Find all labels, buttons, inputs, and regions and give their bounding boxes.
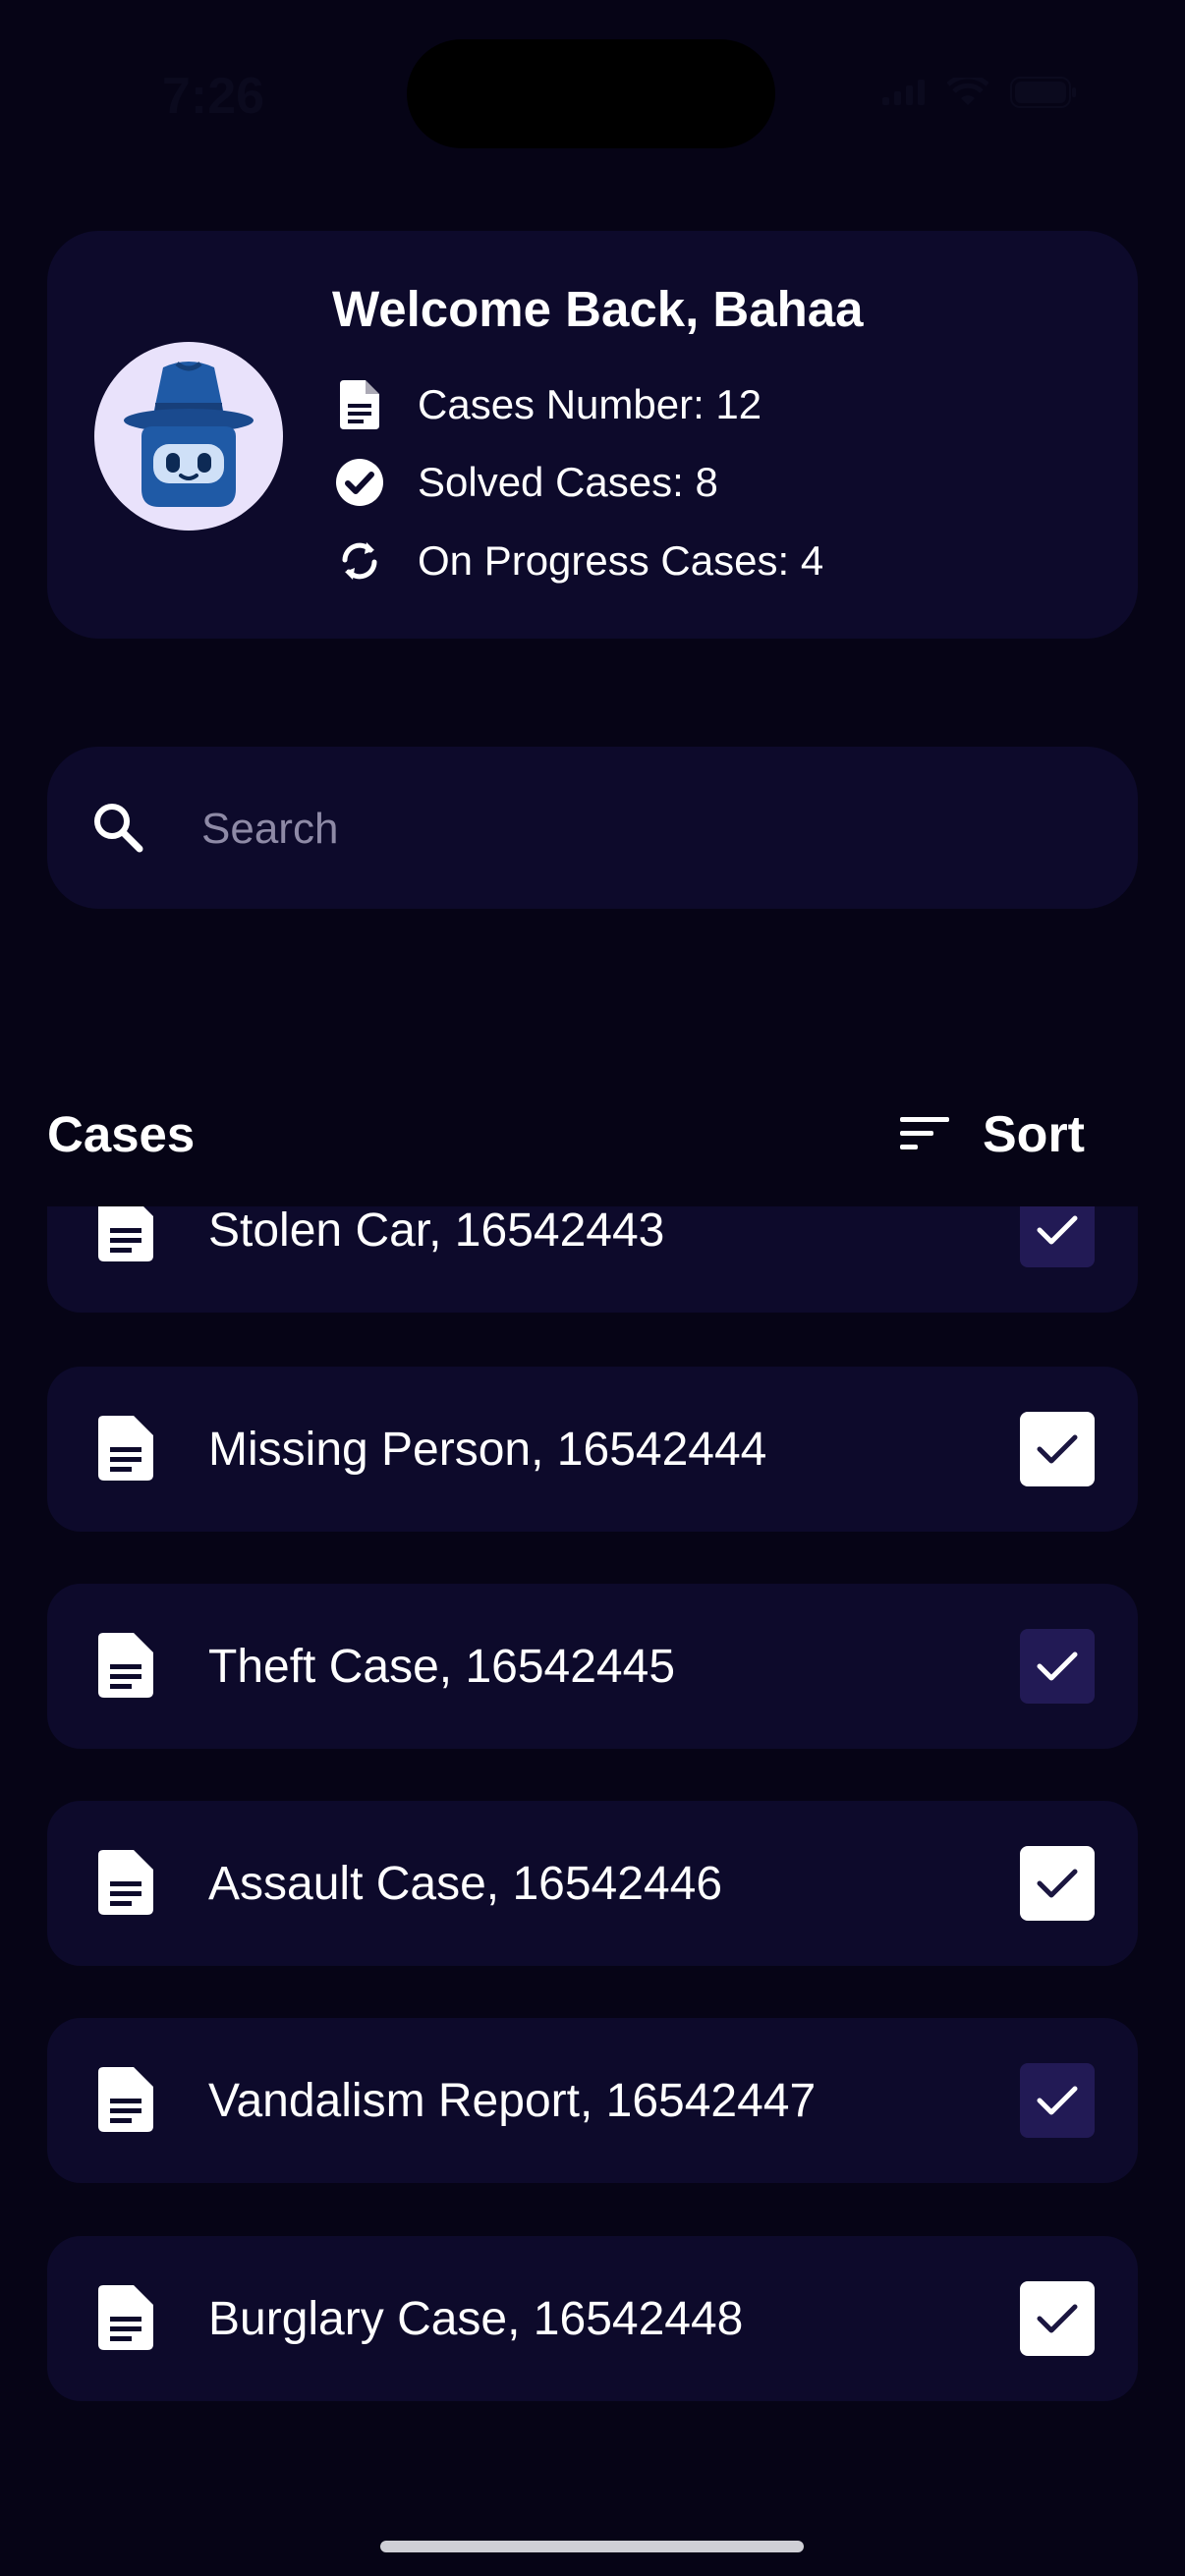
case-row[interactable]: Missing Person, 16542444 — [47, 1367, 1138, 1532]
document-icon — [98, 1416, 153, 1485]
signal-icon — [882, 80, 926, 105]
case-row[interactable]: Vandalism Report, 16542447 — [47, 2018, 1138, 2183]
document-icon — [98, 2285, 153, 2355]
case-label: Vandalism Report, 16542447 — [208, 2075, 817, 2127]
status-time: 7:26 — [162, 68, 265, 125]
cases-section-title: Cases — [47, 1106, 196, 1162]
refresh-icon — [335, 536, 384, 586]
case-label: Theft Case, 16542445 — [208, 1641, 676, 1693]
case-row[interactable]: Assault Case, 16542446 — [47, 1801, 1138, 1966]
case-label: Missing Person, 16542444 — [208, 1424, 767, 1476]
document-icon — [98, 1206, 153, 1266]
checkmark-icon — [1037, 2086, 1078, 2115]
document-icon — [335, 380, 384, 429]
case-checkbox[interactable] — [1020, 1846, 1095, 1921]
sort-label: Sort — [983, 1106, 1085, 1163]
case-label: Burglary Case, 16542448 — [208, 2293, 744, 2345]
document-icon — [98, 1850, 153, 1920]
stat-progress-cases: On Progress Cases: 4 — [335, 536, 823, 586]
checkmark-icon — [1037, 1215, 1078, 1245]
welcome-title: Welcome Back, Bahaa — [332, 281, 864, 337]
avatar — [94, 342, 283, 531]
battery-icon — [1010, 77, 1077, 108]
checkmark-icon — [1037, 1434, 1078, 1464]
detective-avatar-icon — [124, 361, 254, 507]
case-label: Assault Case, 16542446 — [208, 1858, 723, 1910]
case-label: Stolen Car, 16542443 — [208, 1206, 665, 1257]
search-icon — [88, 798, 147, 862]
sort-icon — [900, 1115, 949, 1155]
stat-solved-cases: Solved Cases: 8 — [335, 458, 718, 507]
sort-button[interactable]: Sort — [900, 1100, 1085, 1169]
case-row[interactable]: Burglary Case, 16542448 — [47, 2236, 1138, 2401]
cases-list[interactable]: Stolen Car, 16542443 Missing Person, 165… — [0, 1206, 1185, 2484]
status-icons — [882, 77, 1077, 108]
case-checkbox[interactable] — [1020, 1206, 1095, 1267]
stat-progress-cases-text: On Progress Cases: 4 — [418, 537, 824, 584]
case-checkbox[interactable] — [1020, 1629, 1095, 1704]
checkmark-icon — [1037, 2304, 1078, 2333]
case-row[interactable]: Theft Case, 16542445 — [47, 1584, 1138, 1749]
search-box[interactable] — [47, 747, 1138, 909]
search-input[interactable] — [199, 784, 1068, 874]
document-icon — [98, 1633, 153, 1703]
case-checkbox[interactable] — [1020, 2281, 1095, 2356]
checkmark-icon — [1037, 1869, 1078, 1898]
document-icon — [98, 2067, 153, 2137]
status-bar: 7:26 — [0, 0, 1185, 196]
case-checkbox[interactable] — [1020, 2063, 1095, 2138]
dynamic-island — [407, 39, 775, 148]
check-circle-icon — [335, 458, 384, 507]
stat-solved-cases-text: Solved Cases: 8 — [418, 459, 718, 505]
checkmark-icon — [1037, 1652, 1078, 1681]
home-indicator[interactable] — [380, 2541, 804, 2552]
wifi-icon — [947, 78, 988, 107]
case-row[interactable]: Stolen Car, 16542443 — [47, 1206, 1138, 1313]
stat-cases-number-text: Cases Number: 12 — [418, 381, 762, 427]
profile-card: Welcome Back, Bahaa Cases Number: 12 Sol… — [47, 231, 1138, 639]
case-checkbox[interactable] — [1020, 1412, 1095, 1486]
stat-cases-number: Cases Number: 12 — [335, 380, 762, 429]
